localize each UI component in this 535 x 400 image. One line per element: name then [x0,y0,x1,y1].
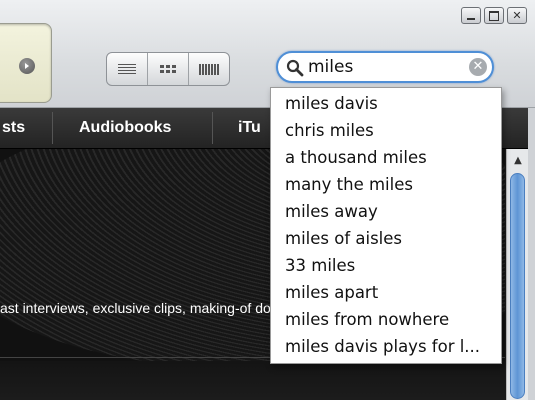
category-itunes-u[interactable]: iTu [238,108,261,148]
suggestion-item[interactable]: miles apart [271,279,501,306]
close-button[interactable]: ✕ [507,7,527,24]
view-mode-selector [106,52,230,86]
arrow-circle-icon[interactable] [19,58,35,74]
suggestion-item[interactable]: chris miles [271,117,501,144]
category-divider [52,112,53,144]
cover-flow-view-button[interactable] [189,53,229,85]
close-icon: ✕ [512,9,522,22]
suggestion-item[interactable]: miles davis plays for l... [271,333,501,360]
maximize-icon [489,10,499,21]
minimize-icon [467,17,475,20]
grid-view-button[interactable] [148,53,189,85]
search-box: ✕ [276,51,494,83]
category-podcasts[interactable]: sts [2,108,25,148]
window-controls: ✕ [461,7,527,24]
search-suggestions-dropdown: miles davis chris miles a thousand miles… [270,87,502,364]
suggestion-item[interactable]: a thousand miles [271,144,501,171]
scroll-thumb[interactable] [510,173,525,399]
search-icon [286,59,304,77]
maximize-button[interactable] [484,7,504,24]
search-input[interactable] [308,56,458,78]
scroll-up-icon[interactable]: ▲ [510,153,526,169]
grid-icon [160,65,176,73]
window-frame [528,108,535,400]
suggestion-item[interactable]: miles davis [271,90,501,117]
now-playing-display [0,23,52,103]
vertical-scrollbar[interactable]: ▲ [506,149,529,400]
clear-search-icon[interactable]: ✕ [469,58,487,76]
suggestion-item[interactable]: miles from nowhere [271,306,501,333]
list-view-button[interactable] [107,53,148,85]
suggestion-item[interactable]: 33 miles [271,252,501,279]
suggestion-item[interactable]: miles of aisles [271,225,501,252]
suggestion-item[interactable]: many the miles [271,171,501,198]
category-audiobooks[interactable]: Audiobooks [79,108,171,148]
content-lower-band [0,361,505,400]
list-icon [118,64,136,74]
suggestion-item[interactable]: miles away [271,198,501,225]
category-divider [212,112,213,144]
cover-flow-icon [199,63,219,75]
minimize-button[interactable] [461,7,481,24]
